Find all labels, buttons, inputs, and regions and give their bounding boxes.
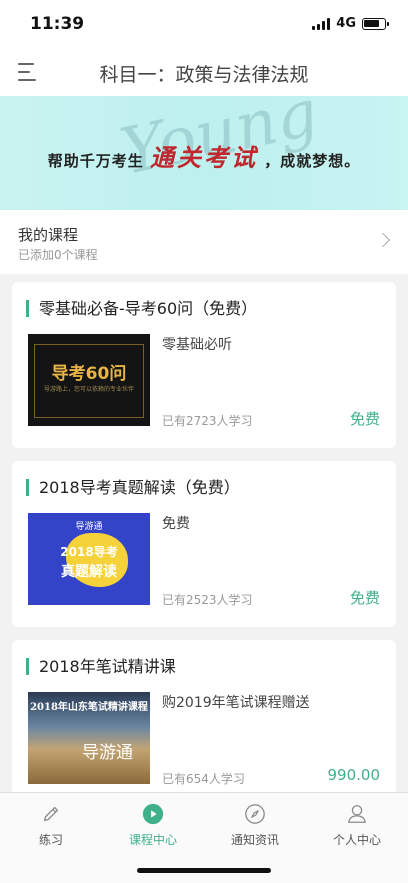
course-price: 990.00: [327, 766, 381, 784]
tab-profile[interactable]: 个人中心: [306, 793, 408, 851]
nav-bar: 科目一：政策与法律法规: [0, 48, 408, 96]
banner-text-after: ，成就梦想。: [264, 152, 361, 170]
tab-label: 个人中心: [332, 833, 381, 847]
course-subtitle: 购2019年笔试课程赠送: [162, 695, 310, 711]
signal-icon: [312, 17, 331, 30]
course-subtitle: 免费: [162, 516, 190, 532]
page-title: 科目一：政策与法律法规: [99, 64, 309, 86]
thumbnail-title-line1: 2018导考: [60, 545, 118, 559]
home-indicator[interactable]: [137, 868, 271, 873]
status-indicators: 4G: [312, 16, 389, 31]
thumbnail-title: 导考60问: [51, 364, 127, 384]
my-course-title: 我的课程: [18, 226, 79, 244]
tab-label: 课程中心: [128, 833, 177, 847]
tab-notice[interactable]: 通知资讯: [204, 793, 306, 851]
course-price: 免费: [349, 410, 380, 428]
status-bar: 11:39 4G: [0, 0, 408, 48]
pencil-icon: [43, 806, 59, 822]
thumbnail-title: 2018年山东笔试精讲课程: [30, 702, 148, 713]
thumbnail-subtitle: 导游路上，您可以依赖的专业伙伴: [43, 386, 134, 393]
tab-course-center[interactable]: 课程中心: [102, 793, 204, 851]
thumbnail-tag: 导游通: [75, 522, 103, 532]
thumbnail-logo: 导游通: [82, 743, 133, 763]
course-card[interactable]: 2018导考真题解读（免费） 导游通 2018导考 真题解读 免费 已有2523…: [12, 461, 396, 627]
chevron-right-icon: [375, 232, 391, 248]
course-learner-count: 已有654人学习: [162, 772, 245, 786]
battery-icon: [362, 17, 389, 30]
course-thumbnail: 2018年山东笔试精讲课程 导游通: [28, 692, 150, 784]
play-icon: [142, 803, 164, 825]
course-title: 零基础必备-导考60问（免费）: [26, 300, 257, 317]
banner-slogan: 帮助千万考生 通关考试 ，成就梦想。: [0, 138, 408, 173]
compass-icon: [245, 804, 265, 824]
course-price: 免费: [349, 589, 380, 607]
course-learner-count: 已有2723人学习: [162, 414, 253, 428]
course-learner-count: 已有2523人学习: [162, 593, 253, 607]
tab-label: 练习: [38, 833, 63, 847]
course-title: 2018导考真题解读（免费）: [26, 479, 240, 496]
network-label: 4G: [336, 16, 356, 31]
course-title: 2018年笔试精讲课: [26, 658, 176, 675]
promo-banner[interactable]: Young 帮助千万考生 通关考试 ，成就梦想。: [0, 96, 408, 210]
course-card[interactable]: 零基础必备-导考60问（免费） 导考60问 导游路上，您可以依赖的专业伙伴 零基…: [12, 282, 396, 448]
my-course-row[interactable]: 我的课程 已添加0个课程: [0, 210, 408, 274]
thumbnail-title-line2: 真题解读: [61, 564, 117, 580]
status-time: 11:39: [30, 14, 85, 34]
tab-practice[interactable]: 练习: [0, 793, 102, 851]
course-subtitle: 零基础必听: [162, 337, 232, 353]
person-icon: [348, 805, 366, 823]
tab-label: 通知资讯: [230, 833, 279, 847]
course-card[interactable]: 2018年笔试精讲课 2018年山东笔试精讲课程 导游通 购2019年笔试课程赠…: [12, 640, 396, 800]
banner-text-before: 帮助千万考生: [47, 152, 144, 170]
banner-text-highlight: 通关考试: [150, 143, 258, 172]
my-course-subtitle: 已添加0个课程: [18, 248, 98, 262]
course-thumbnail: 导游通 2018导考 真题解读: [28, 513, 150, 605]
course-thumbnail: 导考60问 导游路上，您可以依赖的专业伙伴: [28, 334, 150, 426]
